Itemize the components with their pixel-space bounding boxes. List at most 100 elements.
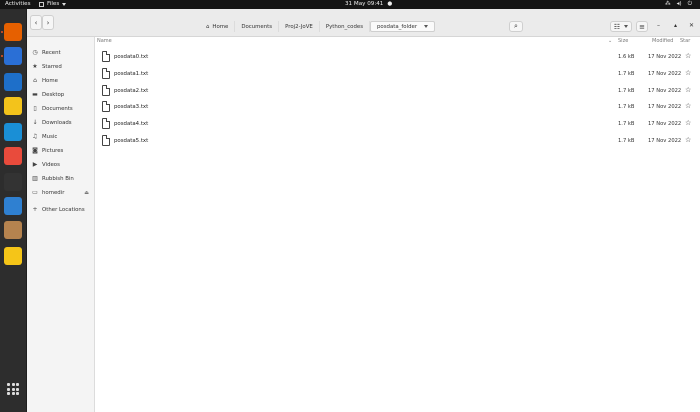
column-header-modified[interactable]: Modified xyxy=(652,38,673,44)
file-modified: 17 Nov 2022 xyxy=(648,104,682,111)
sidebar-item-recent[interactable]: ◷ Recent xyxy=(27,46,94,59)
power-icon: ⏻ xyxy=(687,1,692,7)
dock xyxy=(0,9,27,412)
table-row[interactable]: posdata1.txt 1.7 kB 17 Nov 2022 ☆ xyxy=(95,66,700,83)
sidebar-item-other-locations[interactable]: + Other Locations xyxy=(27,203,94,216)
sidebar-item-downloads[interactable]: ↓ Downloads xyxy=(27,116,94,129)
sidebar-item-home[interactable]: ⌂ Home xyxy=(27,74,94,87)
files-app-icon xyxy=(39,1,44,7)
dock-text-editor-icon[interactable] xyxy=(4,247,22,265)
app-menu[interactable]: Files xyxy=(39,1,67,7)
running-indicator xyxy=(1,31,3,33)
dock-help-icon[interactable] xyxy=(4,147,22,165)
sidebar-item-music[interactable]: ♫ Music xyxy=(27,130,94,143)
sidebar-item-homedir[interactable]: ▭ homedir ⏏ xyxy=(27,186,94,199)
back-button[interactable]: ‹ xyxy=(30,15,42,30)
documents-icon: ▯ xyxy=(33,105,37,112)
star-icon[interactable]: ☆ xyxy=(685,69,691,77)
star-icon[interactable]: ☆ xyxy=(685,52,691,60)
sidebar-item-label: Rubbish Bin xyxy=(42,175,74,182)
eject-icon[interactable]: ⏏ xyxy=(84,190,89,196)
column-header-star[interactable]: Star xyxy=(680,38,690,44)
file-list: Name ⌄ Size Modified Star posdata0.txt 1.… xyxy=(95,37,700,412)
close-button[interactable]: ✕ xyxy=(689,22,694,29)
chevron-down-icon xyxy=(624,25,629,28)
text-file-icon xyxy=(102,84,110,96)
menu-button[interactable]: ≡ xyxy=(636,21,648,32)
sidebar-item-label: Videos xyxy=(42,161,60,168)
file-modified: 17 Nov 2022 xyxy=(648,121,682,128)
sidebar-item-label: homedir xyxy=(42,189,65,196)
other-locations-icon: + xyxy=(32,206,38,213)
text-file-icon xyxy=(102,118,110,130)
clock-text: 31 May 09:41 xyxy=(345,1,384,7)
minimize-icon: – xyxy=(657,22,660,29)
sidebar-item-rubbish-bin[interactable]: ▥ Rubbish Bin xyxy=(27,172,94,185)
column-header-name[interactable]: Name xyxy=(97,38,112,44)
forward-button[interactable]: › xyxy=(42,15,54,30)
sidebar-item-videos[interactable]: ▶ Videos xyxy=(27,158,94,171)
dock-archive-icon[interactable] xyxy=(4,221,22,239)
file-name: posdata4.txt xyxy=(114,121,149,128)
activities-button[interactable]: Activities xyxy=(5,1,31,7)
minimize-button[interactable]: – xyxy=(657,22,660,29)
files-window: ‹ › ⌂ Home Documents Proj2-JoVE Python_c… xyxy=(27,9,700,412)
sidebar-item-label: Other Locations xyxy=(42,206,85,213)
music-icon: ♫ xyxy=(32,133,38,140)
maximize-button[interactable]: ▴ xyxy=(674,22,677,29)
text-file-icon xyxy=(102,135,110,146)
notification-dot-icon: ● xyxy=(387,1,393,7)
sidebar-item-desktop[interactable]: ▬ Desktop xyxy=(27,88,94,101)
star-icon[interactable]: ☆ xyxy=(685,136,691,144)
clock[interactable]: 31 May 09:41 ● xyxy=(345,1,392,7)
crumb-label: Python_codes xyxy=(325,23,364,30)
table-row[interactable]: posdata4.txt 1.7 kB 17 Nov 2022 ☆ xyxy=(95,116,700,133)
sort-chevron-icon[interactable]: ⌄ xyxy=(608,38,612,44)
desktop-icon: ▬ xyxy=(32,91,38,98)
table-row[interactable]: posdata0.txt 1.6 kB 17 Nov 2022 ☆ xyxy=(95,49,700,66)
file-name: posdata0.txt xyxy=(114,54,149,60)
text-file-icon xyxy=(102,67,110,79)
dock-firefox-icon[interactable] xyxy=(4,23,22,41)
show-apps-icon[interactable] xyxy=(7,383,19,395)
column-header-size[interactable]: Size xyxy=(618,38,628,44)
table-row[interactable]: posdata2.txt 1.7 kB 17 Nov 2022 ☆ xyxy=(95,83,700,100)
sidebar-item-pictures[interactable]: ◙ Pictures xyxy=(27,144,94,157)
chevron-right-icon: › xyxy=(46,18,50,27)
star-icon[interactable]: ☆ xyxy=(685,102,691,110)
dock-thunderbird-icon[interactable] xyxy=(4,47,22,65)
crumb-documents[interactable]: Documents xyxy=(235,21,280,32)
file-size: 1.7 kB xyxy=(618,104,635,111)
star-icon[interactable]: ☆ xyxy=(685,86,691,94)
table-row[interactable]: posdata3.txt 1.7 kB 17 Nov 2022 ☆ xyxy=(95,99,700,116)
crumb-proj2-jove[interactable]: Proj2-JoVE xyxy=(279,21,320,32)
search-icon: ⌕ xyxy=(514,22,518,30)
table-row[interactable]: posdata5.txt 1.7 kB 17 Nov 2022 ☆ xyxy=(95,133,700,150)
file-name: posdata3.txt xyxy=(114,104,149,111)
crumb-home[interactable]: ⌂ Home xyxy=(200,21,236,32)
dock-libreoffice-writer-icon[interactable] xyxy=(4,73,22,91)
star-icon[interactable]: ☆ xyxy=(685,119,691,127)
crumb-label: Documents xyxy=(241,23,273,30)
chevron-down-icon xyxy=(424,25,429,28)
dock-terminal-icon[interactable] xyxy=(4,173,22,191)
dock-rhythmbox-icon[interactable] xyxy=(4,97,22,115)
crumb-posdata-folder[interactable]: posdata_folder xyxy=(370,21,436,32)
volume-icon: ◂) xyxy=(676,1,682,7)
grid-view-icon: ☷ xyxy=(613,22,621,31)
system-tray[interactable]: ⁂ ◂) ⏻ xyxy=(665,1,692,8)
search-button[interactable]: ⌕ xyxy=(509,21,523,32)
sidebar-item-label: Starred xyxy=(42,63,62,70)
crumb-label: Proj2-JoVE xyxy=(285,23,313,30)
sidebar-item-starred[interactable]: ★ Starred xyxy=(27,60,94,73)
running-indicator xyxy=(1,55,3,57)
crumb-label: Home xyxy=(212,23,229,30)
dock-vscode-icon[interactable] xyxy=(4,197,22,215)
sidebar-item-documents[interactable]: ▯ Documents xyxy=(27,102,94,115)
view-toggle-button[interactable]: ☷ xyxy=(610,21,632,32)
chevron-left-icon: ‹ xyxy=(34,18,38,27)
crumb-python-codes[interactable]: Python_codes xyxy=(320,21,371,32)
close-icon: ✕ xyxy=(689,22,695,29)
dock-libreoffice-impress-icon[interactable] xyxy=(4,123,22,141)
file-size: 1.7 kB xyxy=(618,121,635,128)
